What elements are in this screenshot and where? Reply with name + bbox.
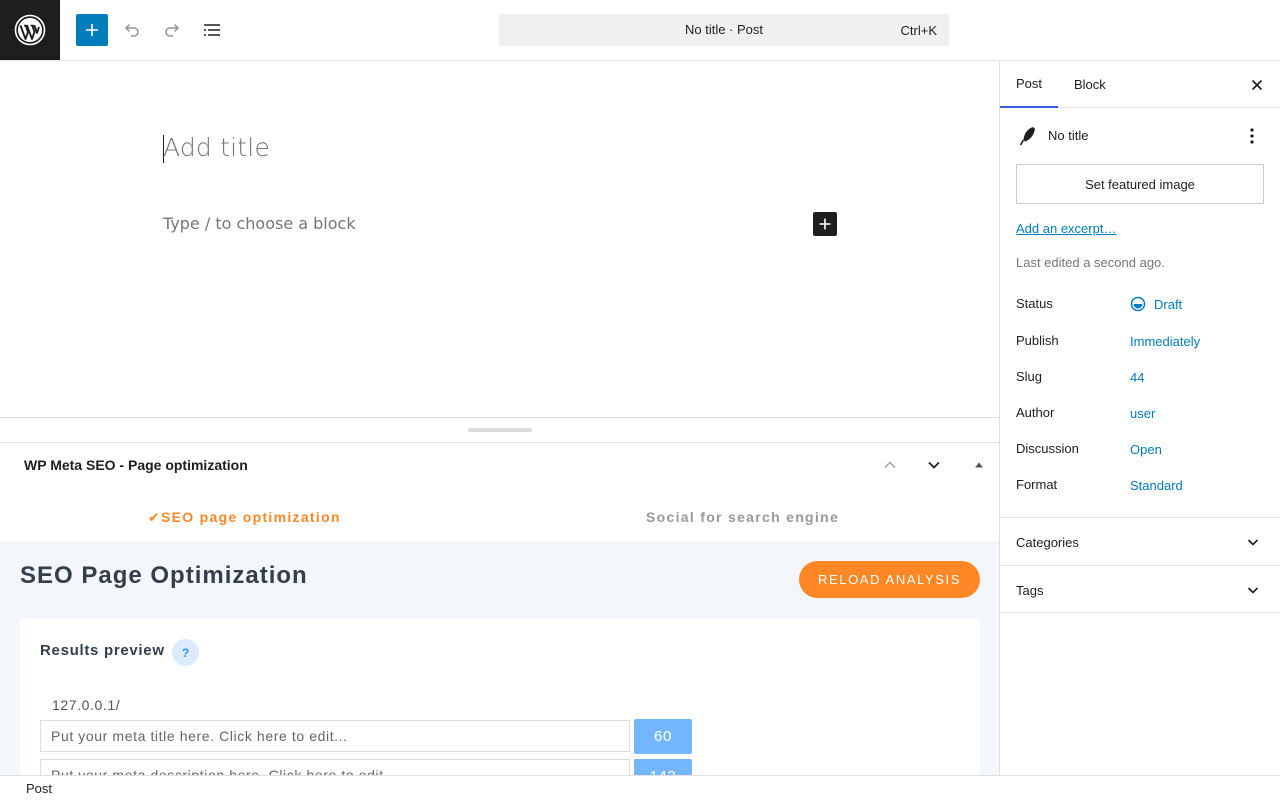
tab-post[interactable]: Post — [1000, 61, 1059, 108]
close-icon — [1251, 79, 1263, 91]
undo-icon — [124, 23, 139, 37]
move-down-button[interactable] — [922, 453, 946, 477]
check-icon: ✔ — [148, 509, 162, 525]
wordpress-logo-button[interactable] — [0, 0, 60, 60]
block-inserter-button[interactable] — [76, 14, 108, 46]
metabox-resize-bar — [0, 417, 999, 443]
tags-panel-title: Tags — [1016, 583, 1044, 598]
tab-seo-page-optimization[interactable]: ✔SEO page optimization — [148, 509, 341, 526]
tags-panel[interactable]: Tags — [1000, 565, 1280, 613]
redo-icon — [165, 23, 180, 37]
close-settings-button[interactable] — [1245, 73, 1269, 97]
meta-title-input[interactable]: Put your meta title here. Click here to … — [40, 720, 630, 752]
list-view-icon — [204, 24, 220, 36]
post-summary-title: No title — [1048, 128, 1089, 143]
format-label: Format — [1016, 477, 1058, 492]
undo-button[interactable] — [116, 14, 148, 46]
post-title-input[interactable]: Add title — [163, 133, 270, 162]
command-shortcut-hint: Ctrl+K — [900, 23, 937, 38]
resize-handle[interactable] — [468, 428, 532, 432]
categories-panel[interactable]: Categories — [1000, 517, 1280, 565]
help-icon[interactable]: ? — [172, 639, 199, 666]
metabox-title: WP Meta SEO - Page optimization — [24, 457, 248, 473]
post-actions-button[interactable] — [1240, 124, 1264, 148]
chevron-down-icon — [928, 461, 940, 469]
slug-label: Slug — [1016, 369, 1043, 384]
preview-url: 127.0.0.1/ — [52, 697, 121, 713]
seo-optimization-panel: SEO Page Optimization RELOAD ANALYSIS Re… — [0, 541, 999, 775]
author-label: Author — [1016, 405, 1055, 420]
set-featured-image-button[interactable]: Set featured image — [1016, 164, 1264, 204]
discussion-label: Discussion — [1016, 441, 1079, 456]
seo-heading: SEO Page Optimization — [20, 562, 308, 589]
author-value[interactable]: user — [1130, 406, 1155, 421]
results-preview-title: Results preview — [40, 642, 165, 659]
document-overview-button[interactable] — [196, 14, 228, 46]
plus-icon — [819, 218, 831, 230]
wordpress-icon — [14, 14, 46, 46]
move-up-button[interactable] — [878, 453, 902, 477]
add-excerpt-link[interactable]: Add an excerpt… — [1016, 221, 1116, 236]
seo-tabs: ✔SEO page optimization Social for search… — [0, 497, 999, 541]
categories-panel-title: Categories — [1016, 535, 1079, 550]
tab-block[interactable]: Block — [1058, 61, 1122, 108]
status-value[interactable]: Draft — [1154, 297, 1182, 312]
redo-button[interactable] — [156, 14, 188, 46]
reload-analysis-button[interactable]: RELOAD ANALYSIS — [799, 561, 980, 598]
meta-description-char-count: 143 — [634, 759, 692, 775]
format-value[interactable]: Standard — [1130, 478, 1183, 493]
sidebar-tabs: Post Block — [1000, 61, 1280, 108]
publish-value[interactable]: Immediately — [1130, 334, 1200, 349]
discussion-value[interactable]: Open — [1130, 442, 1162, 457]
draft-status-icon — [1130, 296, 1146, 312]
block-breadcrumb-bar: Post — [0, 775, 1280, 800]
results-preview-card: Results preview ? 127.0.0.1/ Put your me… — [20, 618, 980, 775]
chevron-up-icon — [884, 461, 896, 469]
document-title: No title · Post — [684, 22, 764, 37]
editor-canvas: Add title Type / to choose a block — [0, 61, 999, 417]
chevron-down-icon — [1241, 578, 1265, 602]
chevron-down-icon — [1241, 530, 1265, 554]
plus-icon — [86, 24, 98, 36]
last-edited-text: Last edited a second ago. — [1016, 255, 1165, 270]
default-block-appender[interactable]: Type / to choose a block — [163, 214, 356, 233]
meta-description-input[interactable]: Put your meta description here. Click he… — [40, 759, 630, 775]
command-palette-bar[interactable]: No title · Post Ctrl+K — [499, 14, 949, 46]
meta-title-char-count: 60 — [634, 719, 692, 754]
caret-up-icon — [975, 462, 983, 468]
editor-toolbar: No title · Post Ctrl+K — [0, 0, 1280, 61]
seo-metabox: WP Meta SEO - Page optimization ✔SEO pag… — [0, 443, 999, 775]
settings-sidebar: Post Block No title Set featured image A… — [999, 61, 1280, 775]
slug-value[interactable]: 44 — [1130, 370, 1144, 385]
status-label: Status — [1016, 296, 1053, 311]
toggle-panel-button[interactable] — [967, 453, 991, 477]
post-icon — [1016, 124, 1040, 148]
tab-social-for-search-engine[interactable]: Social for search engine — [646, 509, 839, 525]
tab-label: SEO page optimization — [161, 509, 341, 525]
add-block-button[interactable] — [813, 212, 837, 236]
breadcrumb-post[interactable]: Post — [26, 781, 52, 796]
publish-label: Publish — [1016, 333, 1059, 348]
more-vertical-icon — [1250, 128, 1254, 144]
